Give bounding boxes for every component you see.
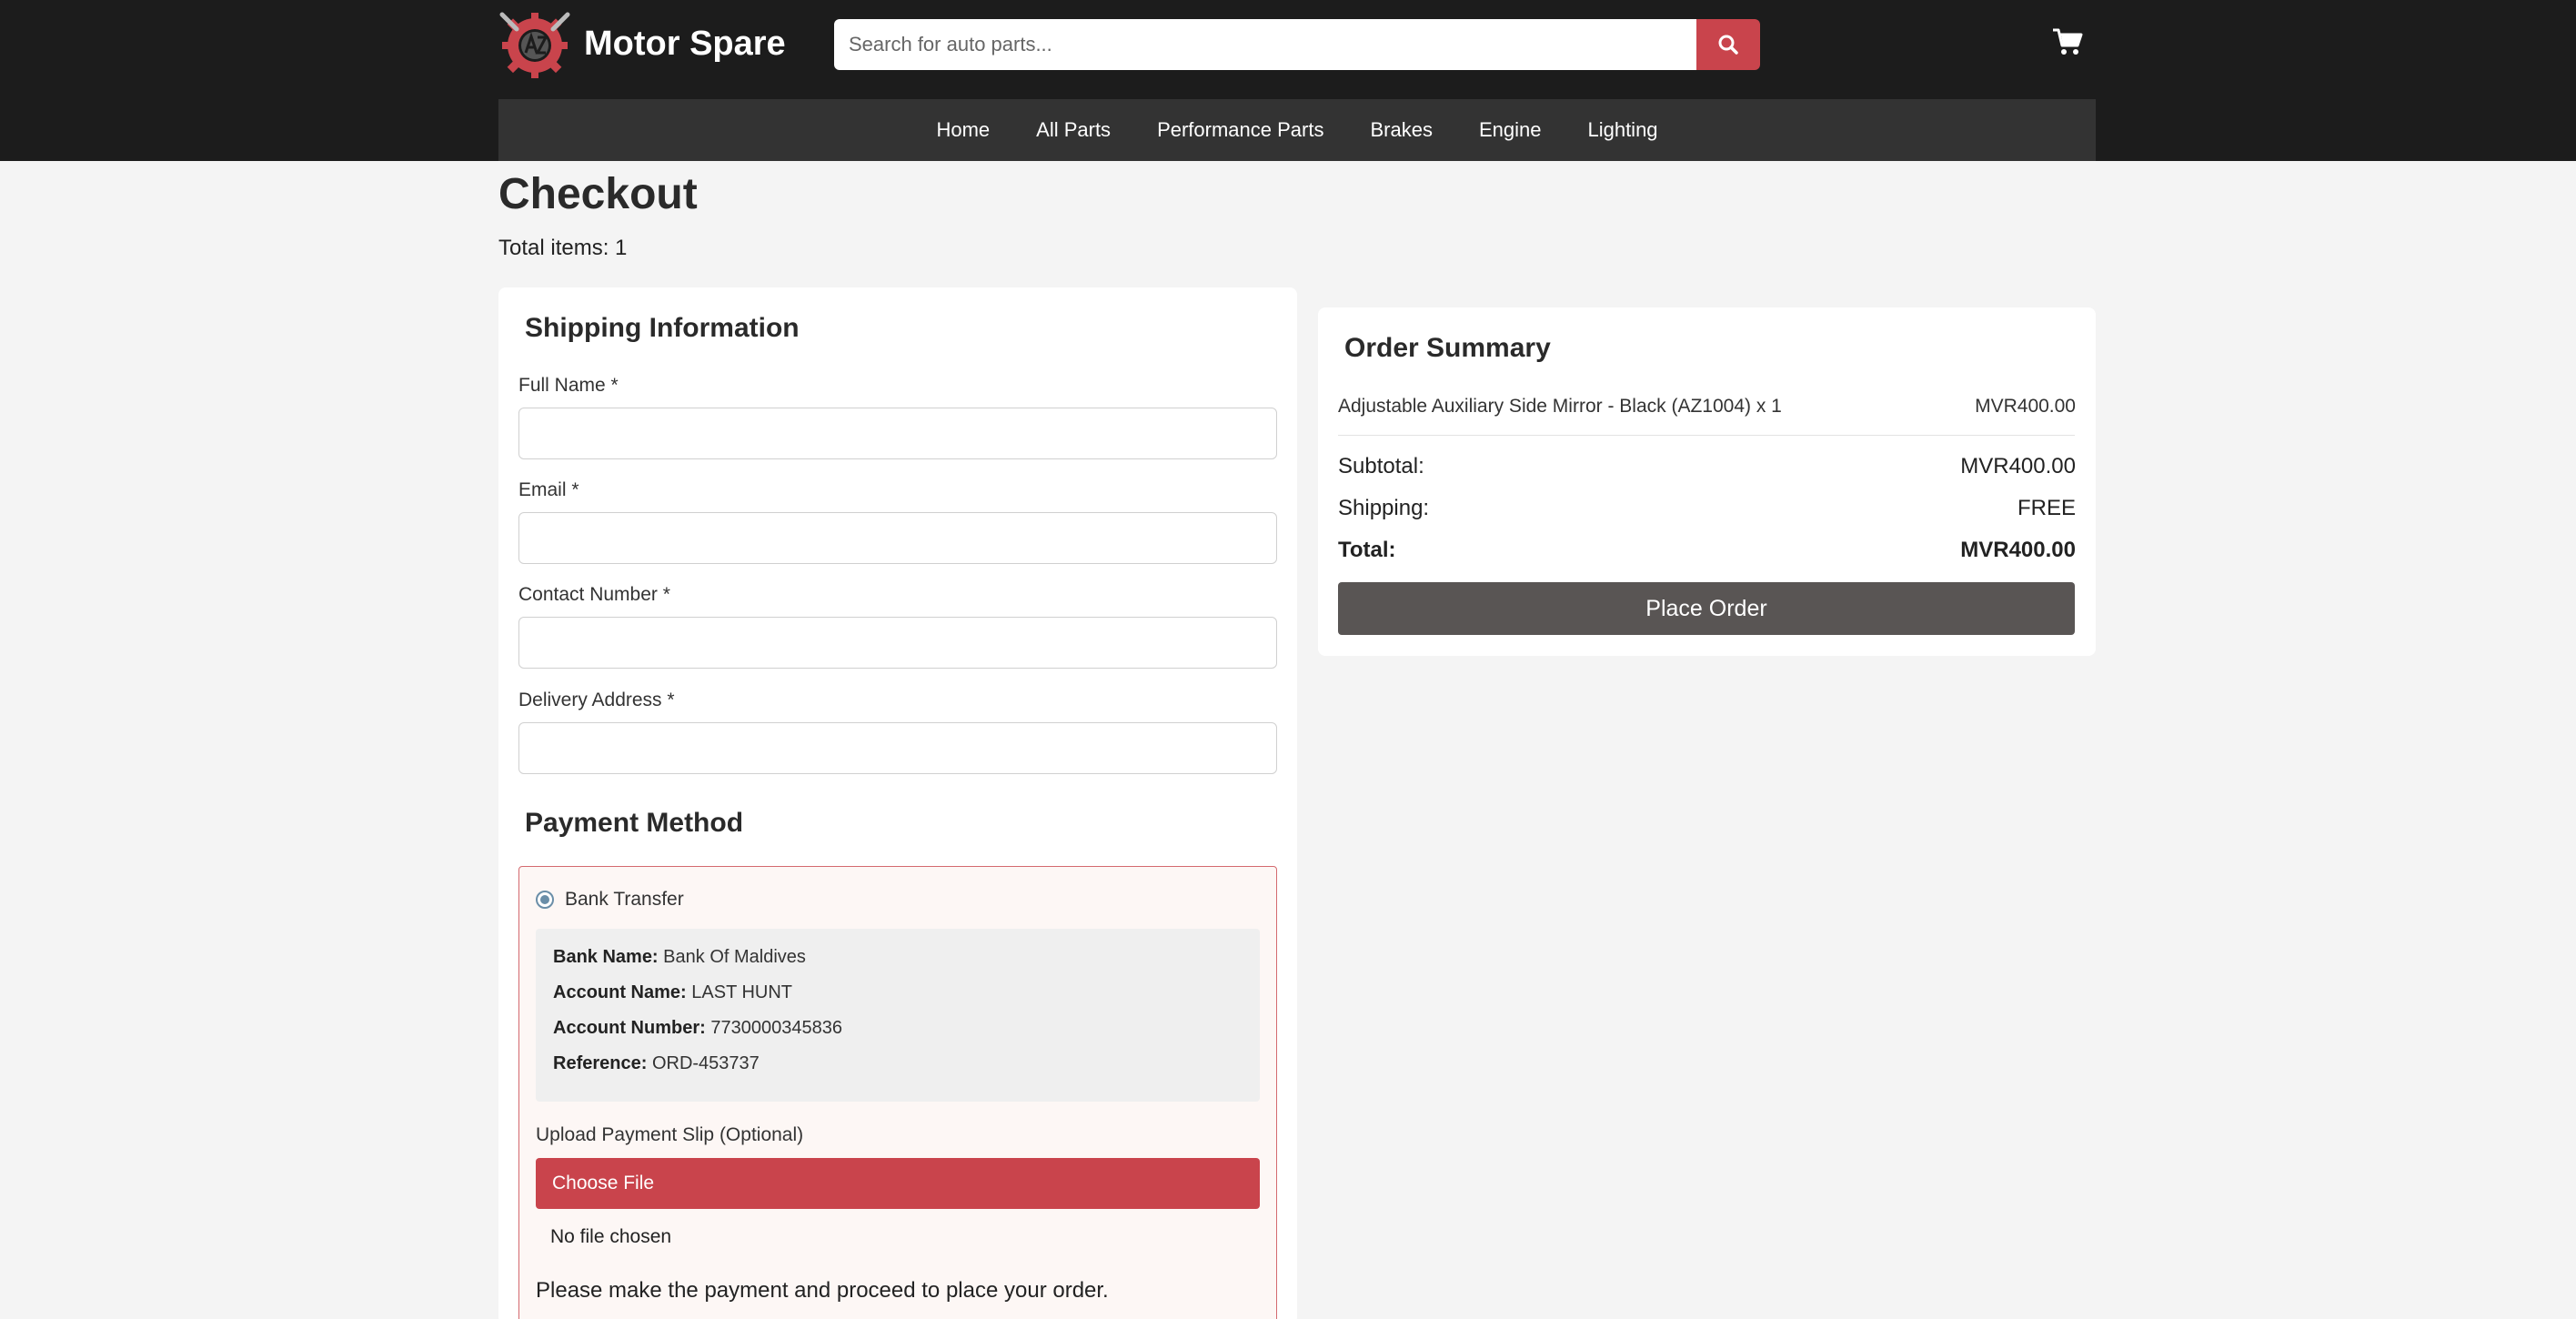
no-file-text: No file chosen: [550, 1226, 672, 1247]
nav-home[interactable]: Home: [913, 99, 1013, 161]
brand-name[interactable]: Motor Spare: [584, 22, 786, 65]
nav-brakes[interactable]: Brakes: [1347, 99, 1455, 161]
logo-icon[interactable]: [498, 9, 571, 80]
total-items: Total items: 1: [498, 236, 628, 260]
reference-value: ORD-453737: [651, 1053, 760, 1073]
total-value: MVR400.00: [1960, 538, 2076, 562]
bank-name-value: Bank Of Maldives: [663, 947, 806, 967]
email-field[interactable]: [518, 512, 1277, 564]
account-number-line: Account Number: 7730000345836: [553, 1016, 842, 1040]
full-name-field[interactable]: [518, 408, 1277, 459]
search-icon: [1718, 35, 1738, 55]
bank-name-key: Bank Name:: [553, 947, 659, 967]
account-number-key: Account Number:: [553, 1018, 706, 1038]
account-number-value: 7730000345836: [710, 1018, 842, 1038]
order-summary-title: Order Summary: [1344, 333, 1551, 363]
reference-key: Reference:: [553, 1053, 648, 1073]
search-input[interactable]: [834, 19, 1698, 70]
shipping-panel: Shipping Information Full Name * Email *…: [498, 287, 1297, 1319]
shipping-title: Shipping Information: [525, 313, 800, 343]
payment-option-bank-transfer: Bank Transfer Bank Name: Bank Of Maldive…: [518, 866, 1277, 1319]
bank-transfer-radio[interactable]: [536, 891, 554, 909]
summary-item-name: Adjustable Auxiliary Side Mirror - Black…: [1338, 396, 1782, 417]
summary-item-price: MVR400.00: [1975, 396, 2076, 417]
search-bar: [834, 19, 1760, 70]
bank-transfer-label[interactable]: Bank Transfer: [565, 888, 684, 911]
subtotal-value: MVR400.00: [1960, 454, 2076, 478]
full-name-label: Full Name *: [518, 375, 619, 396]
nav-all-parts[interactable]: All Parts: [1013, 99, 1134, 161]
main-nav: Home All Parts Performance Parts Brakes …: [498, 99, 2096, 161]
account-name-key: Account Name:: [553, 982, 687, 1002]
nav-performance-parts[interactable]: Performance Parts: [1134, 99, 1347, 161]
payment-note: Please make the payment and proceed to p…: [536, 1278, 1109, 1303]
upload-slip-label: Upload Payment Slip (Optional): [536, 1124, 804, 1145]
account-name-line: Account Name: LAST HUNT: [553, 981, 792, 1004]
shipping-label: Shipping:: [1338, 496, 1430, 520]
order-summary-panel: Order Summary Adjustable Auxiliary Side …: [1318, 307, 2096, 656]
email-label: Email *: [518, 479, 579, 500]
header: Motor Spare Home All Parts Performance P…: [0, 0, 2576, 161]
nav-engine[interactable]: Engine: [1455, 99, 1565, 161]
place-order-button[interactable]: Place Order: [1338, 582, 2075, 635]
bank-details: Bank Name: Bank Of Maldives Account Name…: [536, 929, 1260, 1102]
subtotal-label: Subtotal:: [1338, 454, 1424, 478]
bank-name-line: Bank Name: Bank Of Maldives: [553, 945, 806, 969]
page-title: Checkout: [498, 170, 698, 218]
delivery-address-field[interactable]: [518, 722, 1277, 774]
summary-divider: [1338, 435, 2075, 436]
shipping-value: FREE: [2017, 496, 2076, 520]
total-label: Total:: [1338, 538, 1396, 562]
cart-icon[interactable]: [2052, 27, 2083, 56]
account-name-value: LAST HUNT: [691, 982, 793, 1002]
choose-file-button[interactable]: Choose File: [536, 1158, 1260, 1209]
contact-number-field[interactable]: [518, 617, 1277, 669]
search-button[interactable]: [1696, 19, 1760, 70]
payment-method-title: Payment Method: [525, 808, 744, 838]
reference-line: Reference: ORD-453737: [553, 1052, 760, 1075]
delivery-address-label: Delivery Address *: [518, 690, 675, 710]
contact-number-label: Contact Number *: [518, 584, 670, 605]
nav-lighting[interactable]: Lighting: [1565, 99, 1681, 161]
